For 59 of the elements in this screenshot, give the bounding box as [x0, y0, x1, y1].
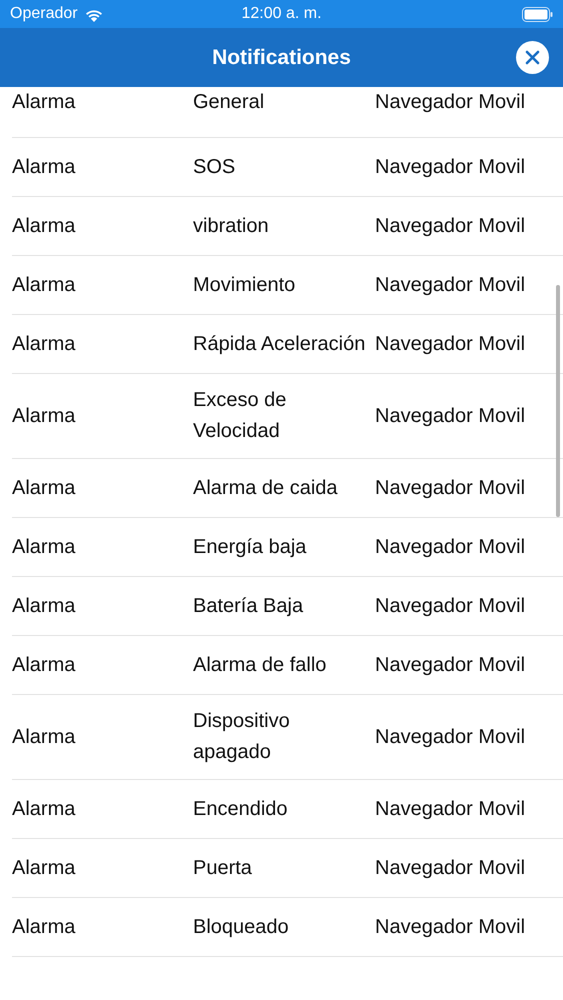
table-cell-text: SOS [193, 154, 236, 180]
table-cell-text: Alarma [12, 154, 76, 180]
notification-row[interactable]: Alarma Bloqueado Navegador Movil [12, 898, 563, 957]
table-cell-text: Energía baja [193, 534, 308, 560]
table-cell-text: Navegador Movil [375, 796, 526, 822]
notification-row[interactable]: Alarma Batería Baja Navegador Movil [12, 577, 563, 636]
table-cell-text: Movimiento [193, 272, 296, 298]
table-cell-text: Navegador Movil [375, 594, 526, 618]
table-cell-text: Navegador Movil [375, 272, 526, 298]
table-cell-text: Alarma [12, 332, 76, 356]
table-cell-text: Exceso de Velocidad [193, 388, 288, 444]
table-cell-text: Alarma [12, 914, 76, 940]
table-cell-text: Alarma [12, 796, 76, 822]
table-cell-text: Navegador Movil [375, 856, 526, 880]
close-button[interactable] [516, 41, 549, 74]
notification-row[interactable]: Alarma Dispositivo apagado Navegador Movil [12, 695, 563, 780]
table-cell-text: Alarma [12, 856, 76, 880]
nav-title: Notificationes [212, 46, 351, 70]
notification-row[interactable]: Alarma Alarma de fallo Navegador Movil [12, 636, 563, 695]
table-cell-text: Alarma [12, 652, 76, 678]
table-cell-text: Alarma [12, 476, 76, 500]
notification-row[interactable]: Alarma vibration Navegador Movil [12, 197, 563, 256]
table-cell-text: Navegador Movil [375, 332, 526, 356]
table-cell-text: Rápida Aceleración [193, 332, 366, 356]
table-cell-text: Alarma de fallo [193, 652, 328, 678]
table-cell-text: Alarma [12, 724, 76, 750]
notification-row[interactable]: Alarma Puerta Navegador Movil [12, 839, 563, 898]
table-cell-text: Encendido [193, 796, 289, 822]
table-cell-text: Navegador Movil [375, 652, 526, 678]
table-cell-text: Navegador Movil [375, 476, 526, 500]
table-cell-text: Alarma [12, 594, 76, 618]
table-cell-text: Alarma [12, 214, 76, 238]
close-icon [525, 50, 540, 65]
table-cell-text: Navegador Movil [375, 90, 526, 115]
table-cell-text: Navegador Movil [375, 214, 526, 238]
table-cell-text: Navegador Movil [375, 404, 526, 428]
status-time: 12:00 a. m. [241, 5, 322, 23]
table-cell-text: Batería Baja [193, 594, 304, 618]
table-cell-text: vibration [193, 214, 270, 238]
battery-icon [522, 6, 553, 22]
table-cell-text: Navegador Movil [375, 724, 526, 750]
table-cell-text: Navegador Movil [375, 534, 526, 560]
table-cell-text: Alarma [12, 90, 76, 115]
notification-row[interactable]: Alarma Energía baja Navegador Movil [12, 518, 563, 577]
notification-row[interactable]: Alarma General Navegador Movil [12, 87, 563, 138]
table-cell-text: Navegador Movil [375, 914, 526, 940]
table-cell-text: Alarma de caida [193, 476, 339, 500]
notification-row[interactable]: Alarma Encendido Navegador Movil [12, 780, 563, 839]
table-cell-text: Alarma [12, 404, 76, 428]
notification-row[interactable]: Alarma SOS Navegador Movil [12, 138, 563, 197]
scroll-bar[interactable] [556, 285, 560, 517]
table-cell-text: Bloqueado [193, 914, 290, 940]
table-cell-text: General [193, 90, 266, 115]
table-cell-text: Dispositivo apagado [193, 709, 291, 765]
table-cell-text: Alarma [12, 534, 76, 560]
table-cell-text: Alarma [12, 272, 76, 298]
carrier-name: Operador [10, 5, 78, 23]
table-cell-text: Puerta [193, 856, 253, 880]
table-cell-text: Navegador Movil [375, 154, 526, 180]
